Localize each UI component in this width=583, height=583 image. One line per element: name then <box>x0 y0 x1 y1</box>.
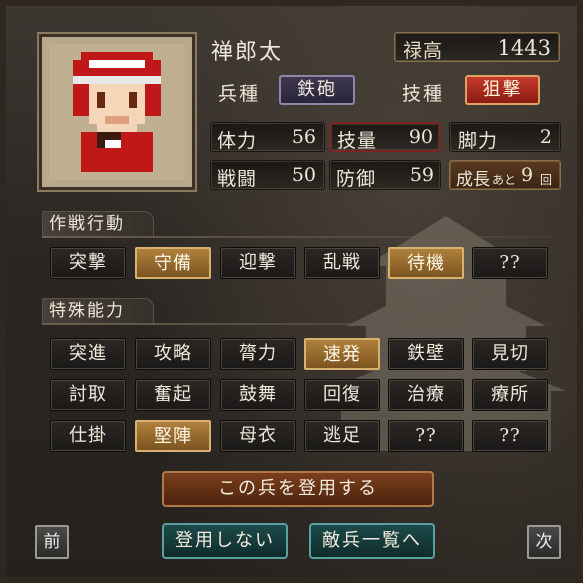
stat-legs: 脚力 2 <box>449 122 561 152</box>
ability-button[interactable]: 奮起 <box>135 379 211 411</box>
tactic-button[interactable]: ?? <box>472 247 548 279</box>
decline-button[interactable]: 登用しない <box>162 523 288 559</box>
skill-type-label: 技種 <box>402 83 445 105</box>
portrait-frame <box>37 32 197 192</box>
ability-button[interactable]: 回復 <box>304 379 380 411</box>
ability-button[interactable]: ?? <box>388 420 464 452</box>
prev-button[interactable]: 前 <box>35 525 69 559</box>
unit-portrait <box>49 44 185 180</box>
ability-button[interactable]: 速発 <box>304 338 380 370</box>
troop-type-badge: 鉄砲 <box>279 75 355 105</box>
stat-value: 90 <box>408 126 433 148</box>
stat-label: 体力 <box>217 130 258 152</box>
troop-type-label: 兵種 <box>218 83 261 105</box>
ability-button[interactable]: 攻略 <box>135 338 211 370</box>
ability-button[interactable]: 鼓舞 <box>220 379 296 411</box>
ability-button[interactable]: 鉄壁 <box>388 338 464 370</box>
stat-defense: 防御 59 <box>329 160 441 190</box>
stat-skill: 技量 90 <box>329 122 441 152</box>
stat-label: 技量 <box>337 130 378 152</box>
stat-label: 戦闘 <box>217 168 258 190</box>
stipend-label: 禄高 <box>403 40 444 62</box>
stat-value: 59 <box>409 164 434 186</box>
enemy-list-button[interactable]: 敵兵一覧へ <box>309 523 435 559</box>
unit-name: 禅郎太 <box>211 40 284 65</box>
growth-label: 成長 <box>456 170 490 190</box>
ability-button[interactable]: 逃足 <box>304 420 380 452</box>
next-button[interactable]: 次 <box>527 525 561 559</box>
skill-type-badge: 狙撃 <box>465 75 540 105</box>
stat-label: 防御 <box>336 168 377 190</box>
stipend-value: 1443 <box>497 36 551 60</box>
unit-detail-panel: 禅郎太 禄高 1443 兵種 鉄砲 技種 狙撃 体力 56 技量 90 脚力 2… <box>0 0 583 583</box>
tactics-divider <box>42 236 554 238</box>
tactics-header: 作戦行動 <box>42 211 154 237</box>
ability-button[interactable]: 療所 <box>472 379 548 411</box>
stat-value: 2 <box>539 126 552 148</box>
ability-button[interactable]: 母衣 <box>220 420 296 452</box>
ability-button[interactable]: 見切 <box>472 338 548 370</box>
ability-button[interactable]: 仕掛 <box>50 420 126 452</box>
growth-suffix: 回 <box>540 173 553 187</box>
stipend-box: 禄高 1443 <box>394 32 560 62</box>
ability-button[interactable]: 堅陣 <box>135 420 211 452</box>
ability-button[interactable]: ?? <box>472 420 548 452</box>
ability-button[interactable]: 治療 <box>388 379 464 411</box>
growth-counter: 成長 あと 9 回 <box>449 160 561 190</box>
abilities-divider <box>42 323 554 325</box>
stat-value: 56 <box>291 126 316 148</box>
growth-count: 9 <box>521 164 534 186</box>
tactic-button[interactable]: 突撃 <box>50 247 126 279</box>
tactic-button[interactable]: 待機 <box>388 247 464 279</box>
recruit-button[interactable]: この兵を登用する <box>162 471 434 507</box>
tactic-button[interactable]: 乱戦 <box>304 247 380 279</box>
ability-button[interactable]: 膂力 <box>220 338 296 370</box>
castle-background <box>326 216 566 451</box>
ability-button[interactable]: 討取 <box>50 379 126 411</box>
growth-prefix: あと <box>492 173 517 187</box>
ability-button[interactable]: 突進 <box>50 338 126 370</box>
stat-combat: 戦闘 50 <box>210 160 325 190</box>
tactic-button[interactable]: 守備 <box>135 247 211 279</box>
stat-value: 50 <box>291 164 316 186</box>
stat-label: 脚力 <box>458 130 499 152</box>
abilities-header: 特殊能力 <box>42 298 154 324</box>
stat-hp: 体力 56 <box>210 122 325 152</box>
tactic-button[interactable]: 迎撃 <box>220 247 296 279</box>
